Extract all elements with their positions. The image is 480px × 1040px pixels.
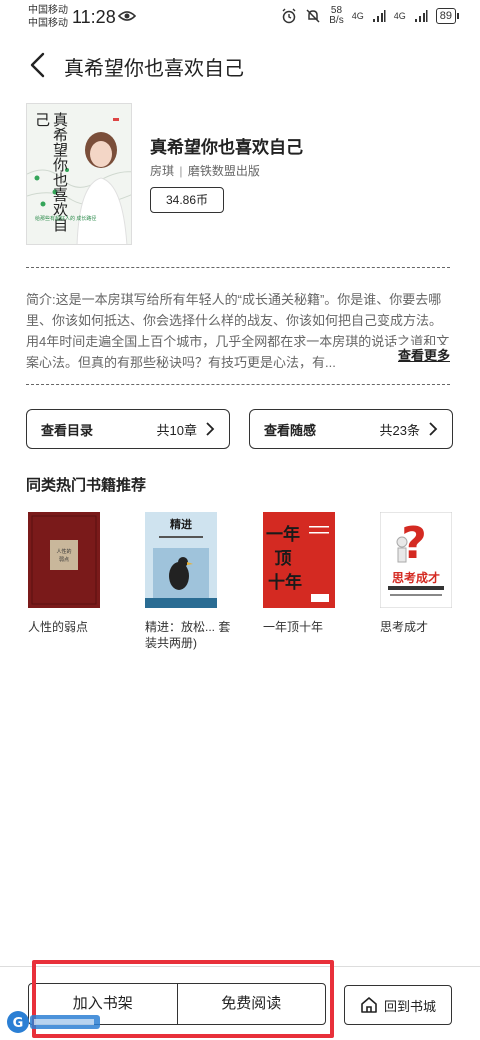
divider xyxy=(26,267,450,268)
page-title: 真希望你也喜欢自己 xyxy=(64,58,244,80)
book-intro: 简介:这是一本房琪写给所有年轻人的“成长通关秘籍”。你是谁、你要去哪里、你该如何… xyxy=(26,292,450,370)
rec-book-cover[interactable]: 精进 xyxy=(145,512,217,608)
catalog-button[interactable]: 查看目录 共10章 xyxy=(26,409,230,449)
svg-text:G: G xyxy=(13,1016,24,1031)
back-to-store-button[interactable]: 回到书城 xyxy=(344,985,452,1025)
net-speed-unit: B/s xyxy=(329,15,344,26)
status-bar: 中国移动 中国移动 11:28 58 B/s 4G 4G 89 xyxy=(0,0,480,36)
signal-2: 4G xyxy=(393,11,406,21)
chevron-right-icon xyxy=(429,422,438,436)
price-tag: 34.86币 xyxy=(150,187,224,213)
svg-text:十年: 十年 xyxy=(268,572,302,593)
status-icons: 58 B/s 4G 4G 89 xyxy=(281,6,460,26)
home-label: 回到书城 xyxy=(383,998,436,1014)
cover-title: 真希望你也喜欢自己 xyxy=(33,112,69,232)
carrier-1: 中国移动 xyxy=(28,5,68,16)
notes-label: 查看随感 xyxy=(264,422,317,438)
rec-book-name[interactable]: 人性的弱点 xyxy=(28,619,118,635)
alarm-icon xyxy=(282,8,296,24)
catalog-count: 共10章 xyxy=(156,422,197,438)
book-title: 真希望你也喜欢自己 xyxy=(150,138,303,157)
mute-icon xyxy=(306,9,320,23)
rec-book-name[interactable]: 一年顶十年 xyxy=(263,619,353,635)
notes-button[interactable]: 查看随感 共23条 xyxy=(249,409,453,449)
cover-subtitle: 给那些有超好人的 成长路径 xyxy=(35,216,97,222)
notes-count: 共23条 xyxy=(379,422,420,438)
book-publisher: 磨铁数盟出版 xyxy=(187,164,260,178)
carrier-2: 中国移动 xyxy=(28,18,68,29)
watermark-logo: G xyxy=(7,1011,100,1033)
battery-indicator: 89 xyxy=(435,8,460,24)
signal-bars-icon xyxy=(414,10,428,22)
meta-separator: | xyxy=(179,164,183,178)
svg-text:弱点: 弱点 xyxy=(59,557,69,563)
free-read-button[interactable]: 免费阅读 xyxy=(176,984,326,1024)
bottom-divider xyxy=(0,966,480,967)
back-arrow-icon[interactable] xyxy=(28,52,48,78)
svg-text:人性的: 人性的 xyxy=(56,548,71,555)
book-meta: 房琪 | 磨铁数盟出版 xyxy=(150,162,260,179)
eye-icon xyxy=(118,11,136,21)
rec-book-name[interactable]: 精进：放松... 套装共两册) xyxy=(145,619,235,651)
divider xyxy=(26,384,450,385)
rec-cover-art: 一年 顶 十年 xyxy=(263,512,335,608)
rec-book-cover[interactable]: 人性的 弱点 xyxy=(28,512,100,608)
recommend-heading: 同类热门书籍推荐 xyxy=(26,477,147,494)
rec-cover-art: 人性的 弱点 xyxy=(28,512,100,608)
rec-book-cover[interactable]: 一年 顶 十年 xyxy=(263,512,335,608)
see-more-link[interactable]: 查看更多 xyxy=(393,345,450,364)
catalog-label: 查看目录 xyxy=(41,422,94,438)
clock: 11:28 xyxy=(72,7,116,27)
svg-text:一年: 一年 xyxy=(266,524,300,545)
net-speed: 58 B/s xyxy=(329,6,343,26)
svg-text:精进: 精进 xyxy=(170,517,192,531)
book-cover[interactable]: 真希望你也喜欢自己 给那些有超好人的 成长路径 xyxy=(26,103,132,245)
svg-text:思考成才: 思考成才 xyxy=(392,570,440,585)
rec-cover-art: ? 思考成才 xyxy=(380,512,452,608)
page-header: 真希望你也喜欢自己 xyxy=(0,40,480,88)
chevron-right-icon xyxy=(206,422,215,436)
signal-1: 4G xyxy=(351,11,364,21)
home-icon xyxy=(361,997,377,1013)
book-author: 房琪 xyxy=(150,164,175,178)
carrier-info: 中国移动 中国移动 xyxy=(28,4,68,30)
signal-bars-icon xyxy=(372,10,386,22)
rec-cover-art: 精进 xyxy=(145,512,217,608)
rec-book-cover[interactable]: ? 思考成才 xyxy=(380,512,452,608)
rec-book-name[interactable]: 思考成才 xyxy=(380,619,470,635)
svg-text:顶: 顶 xyxy=(275,549,292,569)
